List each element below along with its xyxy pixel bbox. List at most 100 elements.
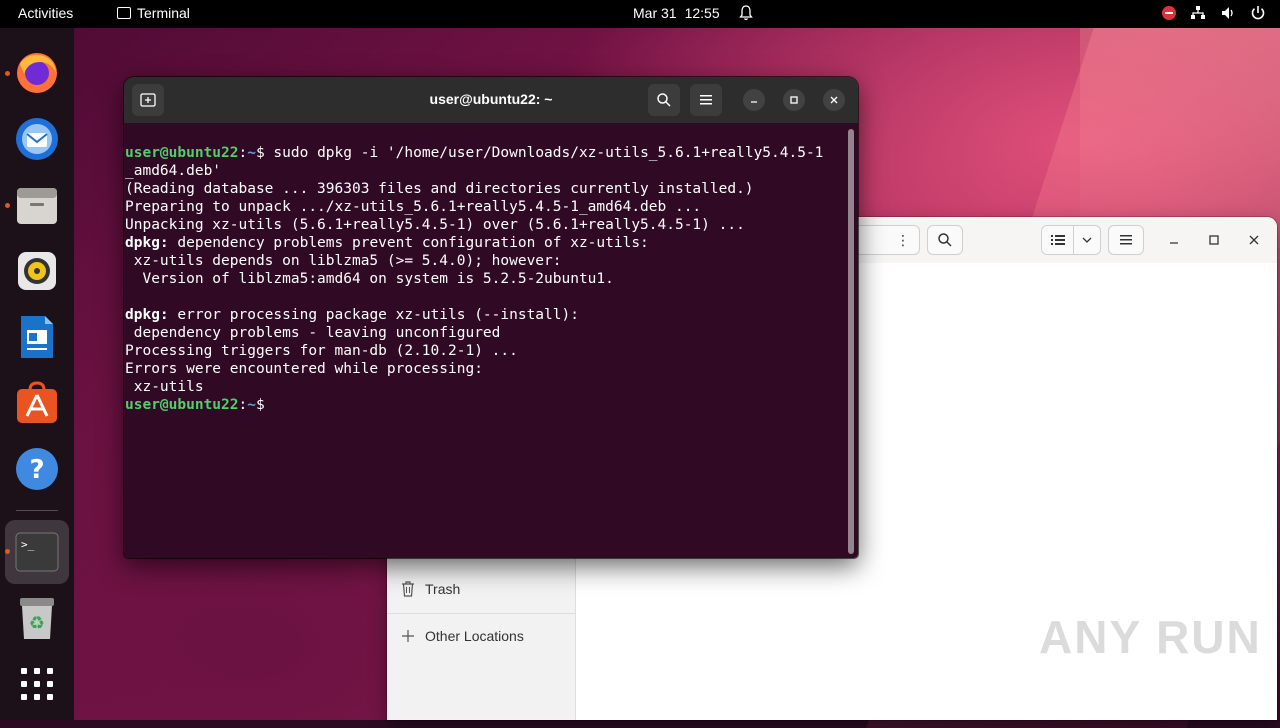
trash-icon	[402, 581, 414, 597]
maximize-icon	[790, 96, 798, 104]
path-bar-end[interactable]: ⋮	[857, 225, 920, 255]
sidebar-item-other-locations[interactable]: Other Locations	[401, 628, 524, 644]
activities-button[interactable]: Activities	[18, 5, 73, 21]
terminal-window[interactable]: user@ubuntu22: ~ user@ubuntu22:~$ sudo d…	[124, 77, 858, 558]
notification-bell-icon[interactable]	[739, 5, 753, 21]
rhythmbox-icon	[18, 252, 56, 290]
sidebar-item-label: Trash	[425, 581, 461, 597]
minimize-icon	[751, 101, 757, 103]
terminal-icon	[117, 7, 131, 19]
terminal-line: dpkg: error processing package xz-utils …	[125, 306, 850, 324]
main-menu-button[interactable]	[1108, 225, 1144, 255]
search-button[interactable]	[927, 225, 963, 255]
terminal-line: xz-utils depends on liblzma5 (>= 5.4.0);…	[125, 253, 562, 269]
line-text: error processing package xz-utils (--ins…	[168, 307, 579, 323]
terminal-line: _amd64.deb'	[125, 163, 222, 179]
terminal-line: dpkg: dependency problems prevent config…	[125, 234, 850, 252]
view-list-button[interactable]	[1041, 225, 1074, 255]
dock-files[interactable]	[13, 181, 61, 229]
sidebar-item-label: Other Locations	[425, 628, 524, 644]
trash-icon: ♻	[20, 598, 54, 639]
clock[interactable]: Mar 31 12:55	[633, 5, 720, 21]
terminal-line: user@ubuntu22:~$ sudo dpkg -i '/home/use…	[125, 144, 850, 162]
ubuntu-software-icon	[17, 381, 57, 423]
terminal-line: Processing triggers for man-db (2.10.2-1…	[125, 343, 518, 359]
terminal-close-button[interactable]	[823, 89, 845, 111]
close-icon	[1249, 235, 1259, 245]
terminal-scrollbar[interactable]	[848, 129, 854, 554]
terminal-minimize-button[interactable]	[743, 89, 765, 111]
terminal-maximize-button[interactable]	[783, 89, 805, 111]
dock-rhythmbox[interactable]	[13, 247, 61, 295]
hamburger-menu-icon	[1120, 235, 1132, 245]
libreoffice-writer-icon	[21, 316, 53, 358]
clock-time: 12:55	[684, 5, 720, 21]
prompt-separator: :	[238, 397, 248, 413]
terminal-line: Preparing to unpack .../xz-utils_5.6.1+r…	[125, 199, 702, 215]
top-bar: Activities Terminal Mar 31 12:55	[0, 0, 1280, 28]
help-icon: ?	[16, 448, 58, 490]
dock: ? >_ ♻	[0, 28, 74, 720]
dpkg-label: dpkg:	[125, 307, 169, 323]
app-grid-icon	[21, 668, 53, 700]
app-menu-label: Terminal	[137, 5, 190, 21]
plus-icon	[402, 630, 414, 642]
search-icon	[938, 233, 952, 247]
firefox-icon	[17, 53, 57, 93]
close-button[interactable]	[1245, 231, 1263, 249]
terminal-line: Unpacking xz-utils (5.6.1+really5.4.5-1)…	[125, 217, 745, 233]
volume-icon[interactable]	[1220, 5, 1236, 21]
terminal-line: Errors were encountered while processing…	[125, 361, 483, 377]
power-icon[interactable]	[1250, 5, 1266, 21]
view-options-button[interactable]	[1073, 225, 1101, 255]
dock-firefox[interactable]	[13, 49, 61, 97]
dpkg-label: dpkg:	[125, 235, 169, 251]
dock-libreoffice-writer[interactable]	[13, 313, 61, 361]
svg-text:>_: >_	[21, 538, 35, 551]
sidebar-divider	[387, 613, 575, 614]
terminal-search-button[interactable]	[648, 84, 680, 116]
maximize-button[interactable]	[1205, 231, 1223, 249]
terminal-menu-button[interactable]	[690, 84, 722, 116]
close-icon	[830, 96, 838, 104]
dock-thunderbird[interactable]	[13, 115, 61, 163]
dock-trash[interactable]: ♻	[13, 594, 61, 642]
running-indicator	[5, 71, 10, 76]
network-wired-icon[interactable]	[1190, 5, 1206, 21]
line-text: dependency problems prevent configuratio…	[168, 235, 649, 251]
prompt-separator: :	[238, 145, 248, 161]
minimize-icon	[1170, 242, 1178, 244]
prompt-user: user@ubuntu22	[125, 397, 239, 413]
running-indicator	[5, 549, 10, 554]
app-menu[interactable]: Terminal	[117, 5, 190, 21]
search-icon	[657, 93, 671, 107]
dock-terminal[interactable]: >_	[13, 528, 61, 576]
prompt-user: user@ubuntu22	[125, 145, 239, 161]
prompt-symbol: $	[255, 397, 265, 413]
path-menu-icon[interactable]: ⋮	[896, 232, 910, 249]
terminal-header: user@ubuntu22: ~	[124, 77, 858, 123]
terminal-line: dependency problems - leaving unconfigur…	[125, 325, 501, 341]
dock-show-applications[interactable]	[13, 660, 61, 708]
thunderbird-icon	[16, 118, 58, 160]
dock-help[interactable]: ?	[13, 445, 61, 493]
prompt-symbol: $	[255, 145, 265, 161]
system-tray[interactable]	[1162, 5, 1266, 21]
terminal-output-area[interactable]: user@ubuntu22:~$ sudo dpkg -i '/home/use…	[124, 123, 858, 558]
sidebar-item-trash[interactable]: Trash	[401, 581, 460, 597]
terminal-icon: >_	[15, 532, 59, 572]
minimize-button[interactable]	[1165, 231, 1183, 249]
prompt-path: ~	[247, 397, 256, 413]
svg-text:♻: ♻	[29, 613, 45, 634]
anyrun-watermark: ANY RUN	[1039, 611, 1262, 663]
wallpaper-shape	[1080, 28, 1280, 248]
dock-ubuntu-software[interactable]	[13, 379, 61, 427]
svg-text:?: ?	[29, 455, 44, 485]
command-text: sudo dpkg -i '/home/user/Downloads/xz-ut…	[264, 145, 824, 161]
list-view-icon	[1050, 235, 1065, 245]
chevron-down-icon	[1082, 237, 1092, 243]
do-not-disturb-icon[interactable]	[1162, 6, 1176, 20]
terminal-line: Version of liblzma5:amd64 on system is 5…	[125, 271, 614, 287]
terminal-text: user@ubuntu22:~$ sudo dpkg -i '/home/use…	[125, 126, 850, 450]
